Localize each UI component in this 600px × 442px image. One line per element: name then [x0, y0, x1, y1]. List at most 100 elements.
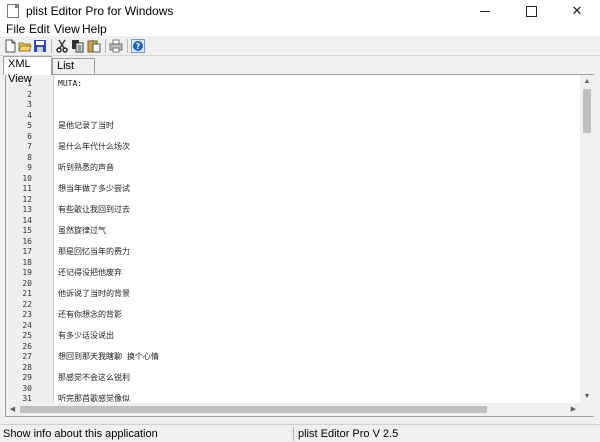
code-line: 还有你想念的背影 [58, 310, 122, 319]
scroll-up-arrow-icon[interactable]: ▲ [580, 75, 594, 88]
scroll-right-arrow-icon[interactable]: ▶ [567, 403, 580, 416]
status-message: Show info about this application [3, 428, 158, 440]
line-number: 4 [27, 110, 32, 120]
toolbar: ? [0, 36, 600, 56]
code-line: 听到熟悉的声音 [58, 163, 114, 172]
toolbar-separator [127, 39, 128, 53]
tab-xml-view[interactable]: XML View [3, 56, 52, 85]
vertical-scrollbar[interactable]: ▲ ▼ [580, 75, 594, 403]
tab-list-view[interactable]: List View [52, 58, 95, 87]
code-line: 是他记录了当时 [58, 121, 114, 130]
line-number: 7 [27, 142, 32, 151]
code-line: 那是回忆当年的费力 [58, 247, 130, 256]
line-number: 27 [22, 352, 32, 361]
help-icon[interactable]: ? [131, 39, 145, 53]
line-number: 13 [22, 205, 32, 214]
cut-icon[interactable] [55, 39, 69, 53]
save-icon[interactable] [33, 39, 47, 53]
line-number: 6 [27, 131, 32, 141]
code-line: 听完那首歌感觉像似 [58, 394, 130, 403]
menu-bar: File Edit View Help [0, 22, 600, 36]
scroll-left-arrow-icon[interactable]: ◀ [6, 403, 19, 416]
line-number: 21 [22, 289, 32, 298]
minimize-button[interactable] [462, 0, 508, 22]
line-number: 22 [22, 299, 32, 309]
line-number: 15 [22, 226, 32, 235]
line-number: 14 [22, 215, 32, 225]
line-number: 5 [27, 121, 32, 130]
line-number: 23 [22, 310, 32, 319]
open-folder-icon[interactable] [18, 39, 32, 53]
code-line: 那感觉不会这么锐利 [58, 373, 130, 382]
line-number: 11 [22, 184, 32, 193]
line-number: 9 [27, 163, 32, 172]
code-line: 他诉说了当时的背景 [58, 289, 130, 298]
title-bar: plist Editor Pro for Windows ✕ [0, 0, 600, 22]
code-line: 有些歌让我回到过去 [58, 205, 130, 214]
horizontal-scrollbar[interactable]: ◀ ▶ [6, 403, 580, 416]
menu-help[interactable]: Help [82, 22, 107, 36]
code-line: 虽然旋律过气 [58, 226, 106, 235]
status-divider [293, 427, 294, 441]
new-file-icon[interactable] [3, 39, 17, 53]
code-line: 想当年做了多少尝试 [58, 184, 130, 193]
app-document-icon [7, 4, 19, 18]
line-number: 30 [22, 383, 32, 393]
code-line: 有多少话没说出 [58, 331, 114, 340]
vertical-scroll-thumb[interactable] [583, 89, 591, 133]
menu-view[interactable]: View [54, 22, 80, 36]
status-version: plist Editor Pro V 2.5 [298, 428, 399, 440]
line-number: 17 [22, 247, 32, 256]
line-number: 31 [22, 394, 32, 403]
line-number: 16 [22, 236, 32, 246]
line-number: 2 [27, 89, 32, 99]
code-line: 想回到那天我瞎聊 换个心情 [58, 352, 159, 361]
maximize-button[interactable] [508, 0, 554, 22]
scroll-down-arrow-icon[interactable]: ▼ [580, 390, 594, 403]
code-line: 还记得没把他废弃 [58, 268, 122, 277]
menu-edit[interactable]: Edit [29, 22, 50, 36]
line-number-gutter: 1234567891011121314151617181920212223242… [6, 75, 54, 403]
line-number: 10 [22, 173, 32, 183]
print-icon[interactable] [109, 39, 123, 53]
status-bar: Show info about this application plist E… [0, 424, 600, 442]
view-tabs: XML View List View [0, 56, 600, 87]
copy-icon[interactable] [71, 39, 85, 53]
line-number: 20 [22, 278, 32, 288]
toolbar-separator [51, 39, 52, 53]
line-number: 18 [22, 257, 32, 267]
line-number: 19 [22, 268, 32, 277]
line-number: 3 [27, 100, 32, 109]
paste-icon[interactable] [87, 39, 101, 53]
line-number: 26 [22, 341, 32, 351]
horizontal-scroll-thumb[interactable] [20, 406, 487, 413]
line-number: 12 [22, 194, 32, 204]
window-title: plist Editor Pro for Windows [26, 4, 174, 18]
menu-file[interactable]: File [6, 22, 25, 36]
line-number: 8 [27, 152, 32, 162]
scrollbar-corner [580, 403, 594, 416]
xml-editor[interactable]: 1234567891011121314151617181920212223242… [5, 74, 594, 417]
line-number: 25 [22, 331, 32, 340]
code-area[interactable]: MUTA: 是他记录了当时是什么年代什么场次 听到熟悉的声音想当年做了多少尝试 有些歌… [58, 75, 578, 403]
close-button[interactable]: ✕ [554, 0, 600, 22]
code-line: 是什么年代什么场次 [58, 142, 130, 151]
code-line: MUTA: [58, 79, 83, 88]
line-number: 24 [22, 320, 32, 330]
toolbar-separator [105, 39, 106, 53]
line-number: 29 [22, 373, 32, 382]
